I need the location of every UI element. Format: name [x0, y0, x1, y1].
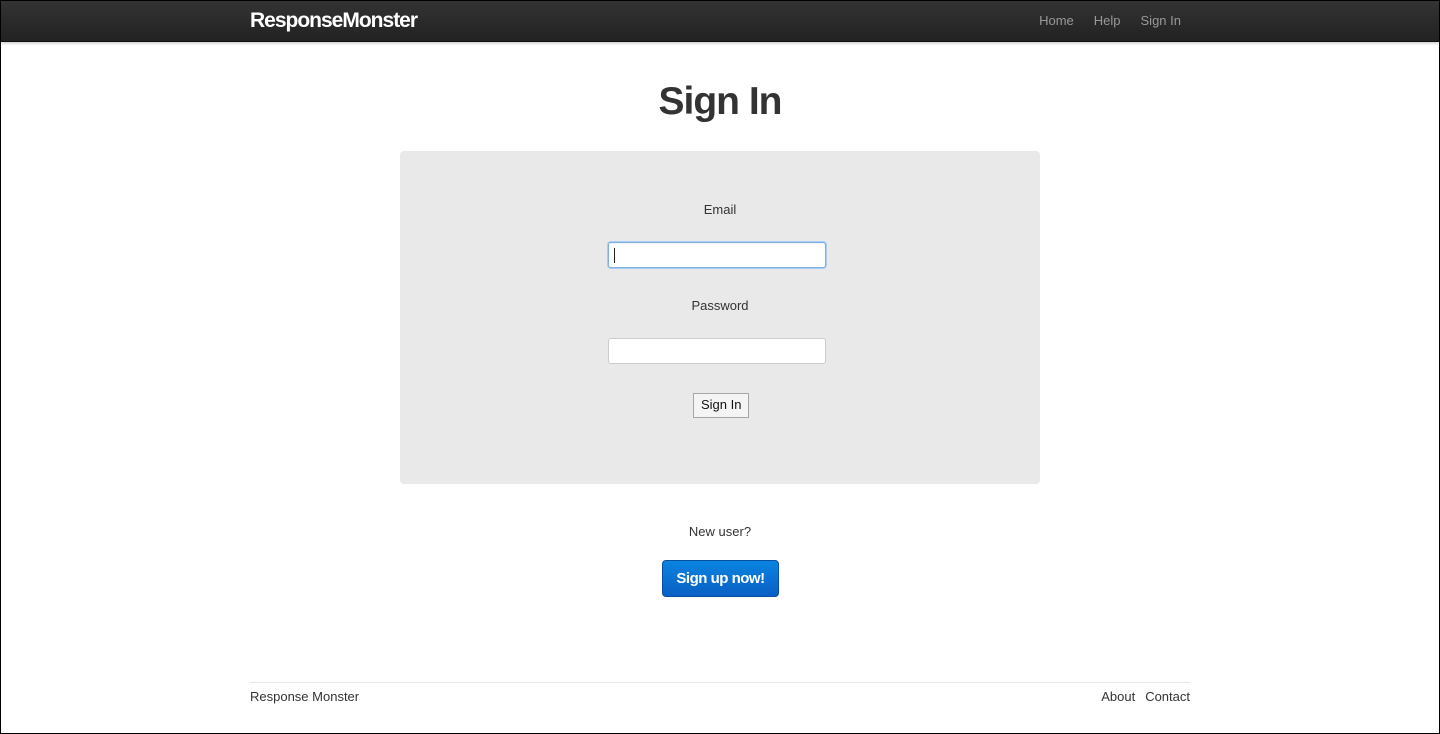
email-field[interactable]: [608, 242, 826, 268]
top-navbar: ResponseMonster Home Help Sign In: [1, 1, 1439, 42]
footer-link-contact[interactable]: Contact: [1145, 688, 1190, 706]
footer-divider: [250, 682, 1190, 683]
text-caret: [614, 248, 615, 263]
footer-links: About Contact: [1091, 688, 1190, 706]
page: ResponseMonster Home Help Sign In Sign I…: [1, 1, 1439, 733]
nav-link-help[interactable]: Help: [1094, 1, 1121, 41]
sign-in-form: Email Password Sign In: [400, 151, 1040, 484]
page-title: Sign In: [658, 80, 783, 123]
password-label: Password: [691, 298, 749, 313]
footer-brand: Response Monster: [250, 689, 360, 704]
sign-up-button[interactable]: Sign up now!: [662, 560, 779, 597]
email-label: Email: [703, 202, 737, 217]
sign-in-submit-button[interactable]: Sign In: [693, 393, 750, 418]
new-user-prompt: New user?: [688, 524, 752, 539]
footer-link-about[interactable]: About: [1101, 688, 1135, 706]
nav-link-sign-in[interactable]: Sign In: [1141, 1, 1181, 41]
nav-links: Home Help Sign In: [1019, 1, 1181, 41]
nav-link-home[interactable]: Home: [1039, 1, 1074, 41]
brand-logo-link[interactable]: ResponseMonster: [250, 10, 418, 32]
password-field[interactable]: [608, 338, 826, 364]
